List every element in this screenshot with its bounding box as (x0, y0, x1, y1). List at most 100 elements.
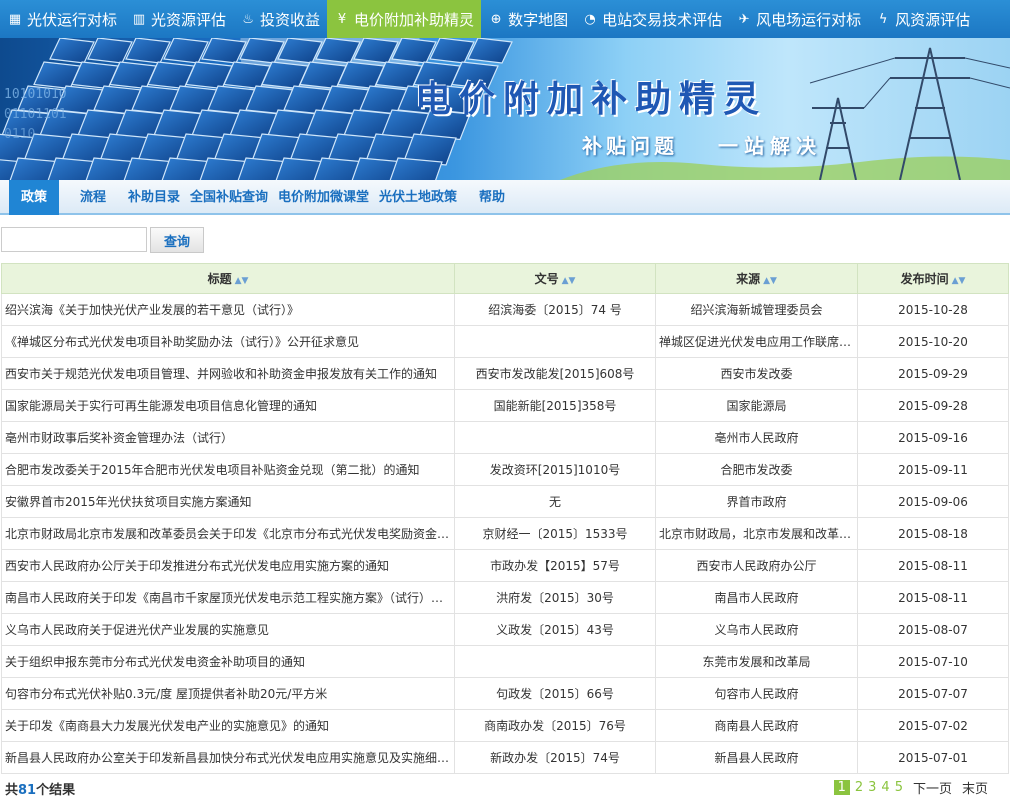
gauge-icon: ◔ (584, 11, 596, 27)
cell-source: 国家能源局 (655, 389, 858, 422)
column-header-publish-date[interactable]: 发布时间 ▲▼ (857, 263, 1009, 294)
nav-item-label: 投资收益 (260, 10, 321, 29)
lightning-icon: ϟ (878, 11, 888, 27)
nav-item-7[interactable]: ϟ 风资源评估 (868, 0, 977, 38)
cell-doc-number: 无 (454, 485, 656, 518)
banner-slogan-left: 补贴问题 (582, 134, 678, 158)
cell-source: 亳州市人民政府 (655, 421, 858, 454)
policy-table: 标题 ▲▼ 文号 ▲▼ 来源 ▲▼ 发布时间 ▲▼ 绍兴滨海《关于加快光伏产业发展的若干… (1, 263, 1009, 774)
table-row[interactable]: 西安市人民政府办公厅关于印发推进分布式光伏发电应用实施方案的通知 市政办发【201… (1, 549, 1009, 582)
cell-title[interactable]: 绍兴滨海《关于加快光伏产业发展的若干意见（试行）》 (1, 293, 455, 326)
nav-item-label: 风资源评估 (895, 10, 971, 29)
column-header-title[interactable]: 标题 ▲▼ (1, 263, 455, 294)
yuan-circle-icon: ¥ (337, 11, 347, 27)
cell-title[interactable]: 南昌市人民政府关于印发《南昌市千家屋顶光伏发电示范工程实施方案》（试行）的通知 (1, 581, 455, 614)
table-row[interactable]: 新昌县人民政府办公室关于印发新昌县加快分布式光伏发电应用实施意见及实施细则的通知… (1, 741, 1009, 774)
sort-icon: ▲▼ (234, 276, 249, 286)
cell-publish-date: 2015-07-01 (857, 741, 1009, 774)
table-row[interactable]: 合肥市发改委关于2015年合肥市光伏发电项目补贴资金兑现（第二批）的通知 发改资环… (1, 453, 1009, 486)
cell-publish-date: 2015-07-02 (857, 709, 1009, 742)
table-row[interactable]: 安徽界首市2015年光伏扶贫项目实施方案通知无界首市政府 2015-09-06 (1, 485, 1009, 518)
page-link-1[interactable]: 1 (833, 780, 850, 795)
tab-process[interactable]: 流程 (80, 180, 106, 215)
cell-title[interactable]: 安徽界首市2015年光伏扶贫项目实施方案通知 (1, 485, 455, 518)
page-link-2[interactable]: 2 (855, 780, 863, 795)
cell-doc-number: 市政办发【2015】57号 (454, 549, 656, 582)
page-link-4[interactable]: 4 (881, 780, 889, 795)
cell-publish-date: 2015-08-18 (857, 517, 1009, 550)
result-count: 共81个结果 (5, 783, 76, 798)
column-header-source[interactable]: 来源 ▲▼ (655, 263, 858, 294)
pagination: 1 2 3 4 5 下一页 末页 (833, 778, 988, 797)
cell-title[interactable]: 《禅城区分布式光伏发电项目补助奖励办法（试行）》公开征求意见 (1, 325, 455, 358)
cell-doc-number: 新政办发〔2015〕74号 (454, 741, 656, 774)
sort-icon: ▲▼ (561, 276, 576, 286)
cell-title[interactable]: 亳州市财政事后奖补资金管理办法（试行） (1, 421, 455, 454)
svg-text:10101010: 10101010 (4, 87, 67, 102)
table-row[interactable]: 南昌市人民政府关于印发《南昌市千家屋顶光伏发电示范工程实施方案》（试行）的通知洪… (1, 581, 1009, 614)
page-link-3[interactable]: 3 (868, 780, 876, 795)
nav-item-3[interactable]: ¥ 电价附加补助精灵 (327, 0, 482, 38)
cell-source: 绍兴滨海新城管理委员会 (655, 293, 858, 326)
table-row[interactable]: 绍兴滨海《关于加快光伏产业发展的若干意见（试行）》 绍滨海委〔2015〕74 号绍… (1, 293, 1009, 326)
top-nav: ▦ 光伏运行对标 ▥ 光资源评估 ♨ 投资收益 ¥ 电价附加补助精灵 ⊕ 数字地图 ◔ 电站交易技术评… (0, 0, 1010, 38)
cell-title[interactable]: 国家能源局关于实行可再生能源发电项目信息化管理的通知 (1, 389, 455, 422)
nav-item-label: 电站交易技术评估 (602, 10, 723, 29)
column-header-doc-number[interactable]: 文号 ▲▼ (454, 263, 656, 294)
cell-title[interactable]: 北京市财政局北京市发展和改革委员会关于印发《北京市分布式光伏发电奖励资金管理办法… (1, 517, 455, 550)
table-row[interactable]: 亳州市财政事后奖补资金管理办法（试行） 亳州市人民政府 2015-09-16 (1, 421, 1009, 454)
nav-item-label: 风电场运行对标 (756, 10, 862, 29)
cell-doc-number (454, 325, 656, 358)
tab-national-subsidy-query[interactable]: 全国补贴查询 (190, 180, 268, 215)
table-row[interactable]: 西安市关于规范光伏发电项目管理、并网验收和补助资金申报发放有关工作的通知 西安市发… (1, 357, 1009, 390)
table-row[interactable]: 《禅城区分布式光伏发电项目补助奖励办法（试行）》公开征求意见 禅城区促进光伏发电应… (1, 325, 1009, 358)
cell-title[interactable]: 西安市关于规范光伏发电项目管理、并网验收和补助资金申报发放有关工作的通知 (1, 357, 455, 390)
table-row[interactable]: 关于组织申报东莞市分布式光伏发电资金补助项目的通知 东莞市发展和改革局 2015-0… (1, 645, 1009, 678)
cell-doc-number: 京财经一〔2015〕1533号 (454, 517, 656, 550)
grid-icon: ▦ (8, 11, 22, 27)
svg-text:01101101: 01101101 (4, 107, 67, 122)
nav-item-0[interactable]: ▦ 光伏运行对标 (0, 0, 124, 38)
cell-doc-number (454, 421, 656, 454)
last-page-link[interactable]: 末页 (962, 778, 988, 797)
cell-title[interactable]: 新昌县人民政府办公室关于印发新昌县加快分布式光伏发电应用实施意见及实施细则的通知 (1, 741, 455, 774)
search-input[interactable] (1, 227, 147, 252)
bar-chart-icon: ▥ (132, 11, 146, 27)
cell-publish-date: 2015-07-07 (857, 677, 1009, 710)
page-link-5[interactable]: 5 (895, 780, 903, 795)
cell-title[interactable]: 关于组织申报东莞市分布式光伏发电资金补助项目的通知 (1, 645, 455, 678)
cell-publish-date: 2015-08-07 (857, 613, 1009, 646)
cell-title[interactable]: 合肥市发改委关于2015年合肥市光伏发电项目补贴资金兑现（第二批）的通知 (1, 453, 455, 486)
cell-title[interactable]: 句容市分布式光伏补贴0.3元/度 屋顶提供者补助20元/平方米 (1, 677, 455, 710)
plane-icon: ✈ (738, 11, 750, 27)
nav-item-label: 数字地图 (508, 10, 569, 29)
cell-source: 禅城区促进光伏发电应用工作联席会议办公室 (655, 325, 858, 358)
cell-title[interactable]: 义乌市人民政府关于促进光伏产业发展的实施意见 (1, 613, 455, 646)
nav-item-6[interactable]: ✈ 风电场运行对标 (729, 0, 868, 38)
table-row[interactable]: 北京市财政局北京市发展和改革委员会关于印发《北京市分布式光伏发电奖励资金管理办法… (1, 517, 1009, 550)
cell-title[interactable]: 西安市人民政府办公厅关于印发推进分布式光伏发电应用实施方案的通知 (1, 549, 455, 582)
cell-publish-date: 2015-10-20 (857, 325, 1009, 358)
tab-micro-class[interactable]: 电价附加微课堂 (278, 180, 369, 215)
table-row[interactable]: 句容市分布式光伏补贴0.3元/度 屋顶提供者补助20元/平方米 句政发〔2015〕… (1, 677, 1009, 710)
cell-doc-number: 绍滨海委〔2015〕74 号 (454, 293, 656, 326)
table-row[interactable]: 关于印发《南商县大力发展光伏发电产业的实施意见》的通知 商南政办发〔2015〕76… (1, 709, 1009, 742)
nav-item-2[interactable]: ♨ 投资收益 (233, 0, 327, 38)
next-page-link[interactable]: 下一页 (913, 778, 952, 797)
table-row[interactable]: 国家能源局关于实行可再生能源发电项目信息化管理的通知 国能新能[2015]358号… (1, 389, 1009, 422)
tab-policy[interactable]: 政策 (9, 180, 59, 215)
tab-help[interactable]: 帮助 (479, 180, 505, 215)
cell-publish-date: 2015-10-28 (857, 293, 1009, 326)
cell-doc-number: 西安市发改能发[2015]608号 (454, 357, 656, 390)
search-button[interactable]: 查询 (150, 227, 204, 253)
cell-publish-date: 2015-09-28 (857, 389, 1009, 422)
cell-source: 合肥市发改委 (655, 453, 858, 486)
tab-land-policy[interactable]: 光伏土地政策 (379, 180, 457, 215)
nav-item-1[interactable]: ▥ 光资源评估 (124, 0, 233, 38)
table-row[interactable]: 义乌市人民政府关于促进光伏产业发展的实施意见 义政发〔2015〕43号 义乌市人民政… (1, 613, 1009, 646)
nav-item-5[interactable]: ◔ 电站交易技术评估 (575, 0, 729, 38)
tab-subsidy-catalog[interactable]: 补助目录 (128, 180, 180, 215)
nav-item-4[interactable]: ⊕ 数字地图 (481, 0, 575, 38)
sub-nav: 政策 流程 补助目录 全国补贴查询 电价附加微课堂 光伏土地政策 帮助 (0, 180, 1010, 215)
cell-title[interactable]: 关于印发《南商县大力发展光伏发电产业的实施意见》的通知 (1, 709, 455, 742)
